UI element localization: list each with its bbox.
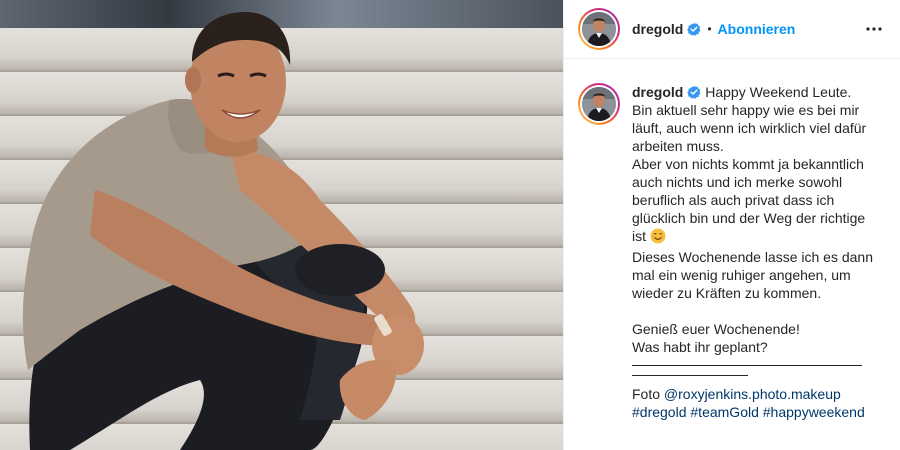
- caption-username[interactable]: dregold: [632, 84, 683, 100]
- account-username[interactable]: dregold: [632, 21, 683, 37]
- caption-line-1: Happy Weekend Leute.: [705, 84, 852, 100]
- divider-line: [632, 375, 748, 376]
- post-side-panel: dregold • Abonnieren dregold Happy Weeke…: [563, 0, 900, 450]
- hashtag-link[interactable]: #teamGold: [690, 404, 758, 420]
- avatar-photo: [582, 12, 616, 46]
- verified-badge-icon: [687, 85, 701, 99]
- follow-button[interactable]: Abonnieren: [718, 21, 796, 37]
- caption-block: dregold Happy Weekend Leute. Bin aktuell…: [564, 59, 900, 421]
- instagram-post: dregold • Abonnieren dregold Happy Weeke…: [0, 0, 900, 450]
- caption-paragraph-3: Dieses Wochenende lasse ich es dann mal …: [632, 249, 877, 301]
- post-caption: dregold Happy Weekend Leute. Bin aktuell…: [632, 83, 880, 421]
- caption-paragraph-4: Genieß euer Wochenende!: [632, 321, 800, 337]
- man-sitting-on-stairs: [22, 12, 424, 450]
- caption-paragraph-5: Was habt ihr geplant?: [632, 339, 768, 355]
- caption-paragraph-1: Bin aktuell sehr happy wie es bei mir lä…: [632, 102, 871, 154]
- separator-dot: •: [707, 22, 712, 36]
- photo-credit-label: Foto: [632, 386, 661, 402]
- caption-avatar[interactable]: [578, 83, 620, 125]
- avatar[interactable]: [578, 8, 620, 50]
- hashtag-link[interactable]: #dregold: [632, 404, 687, 420]
- divider-line: [632, 365, 862, 366]
- caption-paragraph-2: Aber von nichts kommt ja bekanntlich auc…: [632, 156, 870, 244]
- post-header: dregold • Abonnieren: [564, 0, 900, 59]
- post-photo[interactable]: [0, 0, 563, 450]
- avatar-photo: [582, 87, 616, 121]
- more-options-icon[interactable]: [862, 17, 886, 41]
- smiling-face-emoji: [650, 228, 666, 248]
- hashtag-link[interactable]: #happyweekend: [763, 404, 865, 420]
- photographer-mention-link[interactable]: @roxyjenkins.photo.makeup: [664, 386, 841, 402]
- verified-badge-icon: [687, 22, 701, 36]
